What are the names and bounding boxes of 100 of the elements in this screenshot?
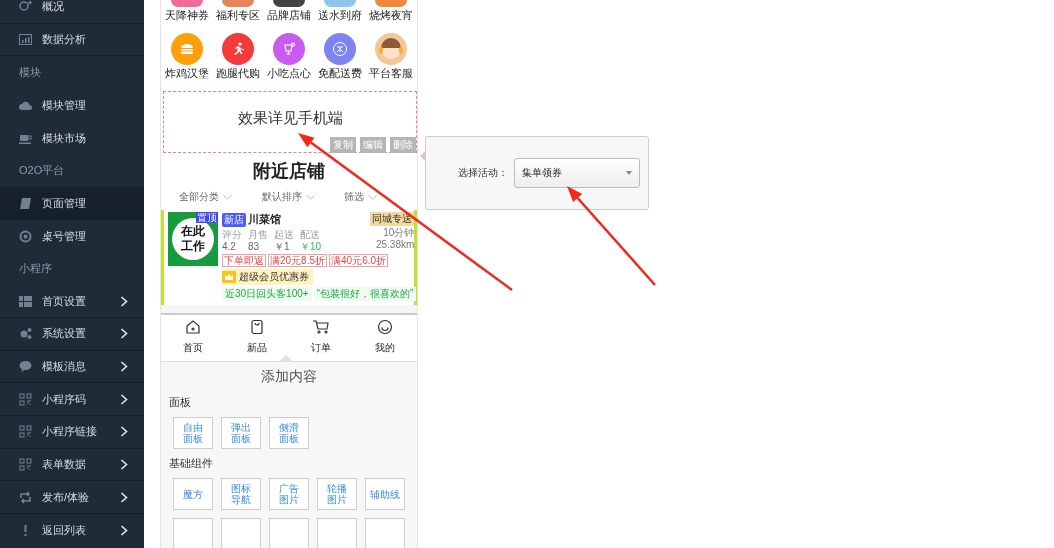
sidebar-item[interactable]: 小程序链接	[0, 415, 144, 449]
chevron-down-icon	[223, 195, 232, 200]
component-button[interactable]: 自由面板	[173, 417, 213, 449]
component-button[interactable]: 侧滑面板	[269, 417, 309, 449]
filter-dropdown[interactable]: 全部分类	[179, 191, 232, 204]
chevron-right-icon	[120, 360, 128, 372]
sidebar-heading: O2O平台	[18, 163, 66, 179]
bar-chart-icon	[19, 33, 32, 47]
speech-bubble-icon	[19, 359, 32, 373]
filter-dropdown[interactable]: 默认排序	[261, 191, 315, 204]
smile-icon	[377, 319, 393, 335]
burger-icon	[179, 43, 194, 55]
stat-label: 评分	[222, 229, 242, 240]
component-button[interactable]: 魔方	[173, 478, 213, 510]
sidebar-item[interactable]: 首页设置	[0, 285, 144, 318]
coupon-tag: 超级会员优惠券	[222, 269, 313, 285]
component-button[interactable]	[269, 518, 309, 548]
notice-text: 效果详见手机端	[237, 108, 343, 128]
component-button[interactable]	[365, 518, 405, 548]
stat-label: 配送	[300, 229, 321, 240]
category-label[interactable]: 跑腿代购	[215, 67, 260, 81]
category-label[interactable]: 小吃点心	[267, 67, 311, 81]
section-title: 附近店铺	[252, 160, 326, 183]
google-plus-icon	[19, 0, 32, 14]
component-button[interactable]: 图标导航	[221, 478, 261, 510]
gears-icon	[19, 327, 32, 341]
highlight-tag: 近30日回头客100+	[222, 287, 312, 301]
group-title: 基础组件	[169, 457, 214, 471]
stat-value: 83	[248, 241, 261, 252]
chevron-down-icon	[305, 195, 315, 200]
component-button[interactable]: 广告图片	[269, 478, 309, 510]
chevron-right-icon	[120, 491, 128, 503]
chevron-right-icon	[120, 393, 128, 405]
category-label[interactable]: 平台客服	[369, 67, 414, 81]
home-icon	[185, 319, 201, 335]
component-button[interactable]	[317, 518, 357, 548]
sidebar-heading: 小程序	[18, 261, 53, 277]
stat-value: ￥10	[300, 241, 322, 252]
sidebar-item[interactable]: 返回列表	[0, 514, 144, 547]
sidebar-item[interactable]: 页面管理	[0, 187, 144, 220]
category-icon[interactable]	[375, 33, 408, 65]
tabbar-tab[interactable]: 订单	[289, 317, 353, 361]
stat-value: 4.2	[222, 241, 237, 252]
crown-icon	[222, 271, 236, 283]
book-icon	[19, 196, 32, 210]
category-label[interactable]: 福利专区	[215, 9, 260, 23]
sidebar-item[interactable]: 模板消息	[0, 350, 144, 384]
sidebar-item[interactable]: 数据分析	[0, 23, 144, 57]
chevron-right-icon	[120, 426, 128, 438]
sidebar-item[interactable]: 概况	[0, 0, 144, 24]
highlight-tag: “包装很好，很喜欢的”	[313, 287, 417, 301]
sidebar-item[interactable]: 模块管理	[0, 89, 144, 122]
promo-tag: 满20元8.5折	[268, 254, 328, 267]
sidebar-item[interactable]: 桌号管理	[0, 219, 144, 253]
dropdown-caret-icon	[626, 171, 632, 175]
promo-tag: 下单即返	[222, 254, 266, 267]
category-label[interactable]: 天降神券	[164, 9, 209, 23]
tabbar-tab[interactable]: 首页	[161, 317, 225, 361]
chevron-right-icon	[120, 524, 128, 536]
component-button[interactable]	[173, 518, 213, 548]
sidebar-item[interactable]: 系统设置	[0, 317, 144, 351]
tabbar-tab[interactable]: 新品	[225, 317, 289, 361]
chevron-right-icon	[120, 458, 128, 470]
category-label[interactable]: 烧烤夜宵	[369, 9, 414, 23]
activity-select[interactable]: 集单领券	[514, 158, 640, 188]
list-icon	[19, 294, 32, 308]
sidebar-item[interactable]: 小程序码	[0, 383, 144, 416]
filter-dropdown[interactable]: 筛选	[344, 191, 377, 204]
component-button[interactable]: 弹出面板	[221, 417, 261, 449]
category-label[interactable]: 送水到府	[318, 9, 363, 23]
delivery-tag: 同城专送	[370, 212, 415, 226]
stat-label: 月售	[248, 229, 268, 240]
store-name: 川菜馆	[248, 212, 281, 227]
panel-title: 添加内容	[260, 368, 318, 386]
sidebar-item[interactable]: 表单数据	[0, 448, 144, 482]
sidebar-item[interactable]: 模块市场	[0, 121, 144, 155]
promo-tag: 满40元6.0折	[329, 254, 389, 267]
tabbar-tab[interactable]: 我的	[353, 317, 417, 361]
sidebar-heading: 模块	[18, 65, 42, 81]
component-button[interactable]: 辅助线	[365, 478, 405, 510]
drink-cup-icon	[282, 42, 296, 56]
category-label[interactable]: 炸鸡汉堡	[164, 67, 209, 81]
cart-icon	[312, 319, 330, 335]
sidebar-item[interactable]: 发布/体验	[0, 481, 144, 514]
new-store-badge: 新店	[222, 212, 246, 227]
chevron-down-icon	[368, 195, 377, 200]
qr-code-icon	[19, 457, 32, 471]
component-button[interactable]: 轮播图片	[317, 478, 357, 510]
category-icon[interactable]	[273, 0, 305, 7]
qr-code-icon	[19, 425, 32, 439]
bag-icon	[249, 319, 265, 335]
delivery-time: 10分钟	[383, 227, 415, 238]
store-distance: 25.38km	[375, 239, 415, 250]
target-icon	[19, 229, 32, 243]
field-label: 选择活动：	[458, 166, 508, 180]
component-button[interactable]	[221, 518, 261, 548]
category-label[interactable]: 品牌店铺	[267, 9, 311, 23]
stat-label: 起送	[274, 229, 294, 240]
stat-value: ￥1	[274, 241, 291, 252]
category-label[interactable]: 免配送费	[318, 67, 363, 81]
